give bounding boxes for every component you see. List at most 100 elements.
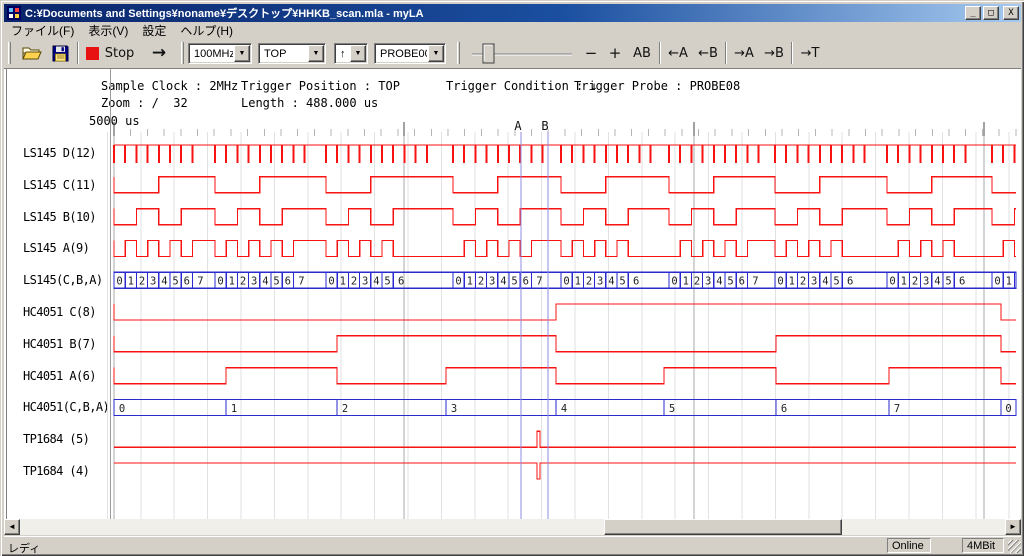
svg-text:5: 5 bbox=[669, 403, 675, 415]
trigger-probe-combo[interactable]: PROBE00 ▼ bbox=[374, 43, 446, 64]
channel-trace bbox=[114, 145, 1016, 163]
menu-help[interactable]: ヘルプ(H) bbox=[173, 21, 240, 40]
svg-text:3: 3 bbox=[362, 276, 368, 288]
stop-button[interactable]: Stop bbox=[84, 41, 136, 65]
svg-text:3: 3 bbox=[251, 276, 257, 288]
slider-thumb[interactable] bbox=[483, 44, 494, 63]
svg-text:2: 2 bbox=[478, 276, 484, 288]
svg-text:1: 1 bbox=[229, 276, 235, 288]
svg-text:0: 0 bbox=[1005, 403, 1011, 415]
status-online-badge: Online bbox=[887, 538, 931, 553]
channel-trace bbox=[114, 336, 1016, 352]
svg-text:4: 4 bbox=[262, 276, 268, 288]
svg-text:3: 3 bbox=[489, 276, 495, 288]
menubar: ファイル(F) 表示(V) 設定 ヘルプ(H) bbox=[4, 22, 1021, 39]
svg-text:2: 2 bbox=[586, 276, 592, 288]
scroll-left-arrow-icon[interactable]: ◄ bbox=[4, 519, 20, 535]
svg-text:6: 6 bbox=[184, 276, 190, 288]
statusbar: レディ Online 4MBit bbox=[4, 536, 1021, 554]
open-folder-icon bbox=[22, 45, 42, 61]
label-wave-divider bbox=[110, 69, 111, 519]
minimize-button[interactable]: _ bbox=[965, 6, 981, 20]
zoom-in-button[interactable]: + bbox=[604, 41, 626, 65]
cursor-a-line[interactable]: A bbox=[514, 119, 522, 519]
zoom-slider[interactable] bbox=[468, 41, 578, 65]
svg-text:5: 5 bbox=[619, 276, 625, 288]
svg-text:5: 5 bbox=[833, 276, 839, 288]
titlebar[interactable]: C:¥Documents and Settings¥noname¥デスクトップ¥… bbox=[4, 4, 1021, 22]
ab-button[interactable]: AB bbox=[628, 41, 656, 65]
svg-text:3: 3 bbox=[150, 276, 156, 288]
svg-text:A: A bbox=[514, 119, 522, 133]
toolbar-gripper[interactable] bbox=[8, 42, 11, 64]
toolbar: Stop → 100MHz ▼ TOP ▼ ↑ ▼ PROBE00 ▼ bbox=[4, 39, 1021, 68]
svg-text:4: 4 bbox=[161, 276, 167, 288]
svg-text:2: 2 bbox=[800, 276, 806, 288]
close-button[interactable]: X bbox=[1003, 6, 1019, 20]
svg-text:1: 1 bbox=[789, 276, 795, 288]
svg-text:0: 0 bbox=[889, 276, 895, 288]
gridlines bbox=[107, 132, 1009, 519]
cursor-b-line[interactable]: B bbox=[541, 119, 548, 519]
svg-text:6: 6 bbox=[739, 276, 745, 288]
svg-text:4: 4 bbox=[934, 276, 940, 288]
stop-label: Stop bbox=[105, 46, 135, 61]
channel-trace bbox=[114, 177, 1016, 193]
svg-text:7: 7 bbox=[298, 276, 304, 288]
open-file-button[interactable] bbox=[18, 41, 46, 65]
stop-icon bbox=[86, 47, 99, 60]
svg-text:4: 4 bbox=[500, 276, 506, 288]
scroll-right-arrow-icon[interactable]: ► bbox=[1005, 519, 1021, 535]
toolbar-separator bbox=[791, 42, 793, 64]
dropdown-arrow-icon[interactable]: ▼ bbox=[350, 45, 366, 62]
horizontal-scrollbar[interactable]: ◄ ► bbox=[4, 519, 1021, 535]
channel-trace bbox=[114, 209, 1016, 225]
svg-text:5: 5 bbox=[384, 276, 390, 288]
svg-text:0: 0 bbox=[563, 276, 569, 288]
status-ready-text: レディ bbox=[8, 540, 40, 556]
svg-text:1: 1 bbox=[231, 403, 237, 415]
save-button[interactable] bbox=[46, 41, 74, 65]
svg-text:0: 0 bbox=[455, 276, 461, 288]
svg-text:0: 0 bbox=[777, 276, 783, 288]
toolbar-gripper[interactable] bbox=[457, 42, 460, 64]
goto-trigger-button[interactable]: →T bbox=[796, 41, 824, 65]
channel-trace bbox=[114, 304, 1016, 320]
dropdown-arrow-icon[interactable]: ▼ bbox=[234, 45, 250, 62]
sample-clock-combo[interactable]: 100MHz ▼ bbox=[188, 43, 252, 64]
run-button[interactable]: → bbox=[142, 41, 176, 65]
dropdown-arrow-icon[interactable]: ▼ bbox=[308, 45, 324, 62]
svg-text:7: 7 bbox=[752, 276, 758, 288]
svg-text:6: 6 bbox=[633, 276, 639, 288]
svg-text:6: 6 bbox=[285, 276, 291, 288]
app-icon bbox=[7, 6, 21, 20]
svg-text:5: 5 bbox=[172, 276, 178, 288]
svg-text:2: 2 bbox=[694, 276, 700, 288]
dropdown-arrow-icon[interactable]: ▼ bbox=[428, 45, 444, 62]
menu-view[interactable]: 表示(V) bbox=[81, 21, 135, 40]
scrollbar-thumb[interactable] bbox=[604, 519, 842, 535]
menu-settings[interactable]: 設定 bbox=[135, 21, 173, 40]
svg-text:5: 5 bbox=[511, 276, 517, 288]
svg-text:4: 4 bbox=[561, 403, 567, 415]
status-memory-badge: 4MBit bbox=[962, 538, 1004, 553]
svg-text:4: 4 bbox=[373, 276, 379, 288]
menu-file[interactable]: ファイル(F) bbox=[4, 21, 81, 40]
svg-text:2: 2 bbox=[351, 276, 357, 288]
resize-grip[interactable] bbox=[1008, 540, 1021, 553]
set-cursor-b-button[interactable]: →B bbox=[760, 41, 788, 65]
trigger-position-combo[interactable]: TOP ▼ bbox=[258, 43, 326, 64]
channel-trace: 012345670 bbox=[114, 399, 1016, 415]
trigger-edge-value: ↑ bbox=[335, 48, 349, 60]
set-cursor-a-button[interactable]: →A bbox=[730, 41, 758, 65]
zoom-out-button[interactable]: − bbox=[580, 41, 602, 65]
toolbar-gripper[interactable] bbox=[181, 42, 184, 64]
goto-cursor-a-button[interactable]: ←A bbox=[664, 41, 692, 65]
toolbar-separator bbox=[659, 42, 661, 64]
svg-text:0: 0 bbox=[994, 276, 1000, 288]
trigger-edge-combo[interactable]: ↑ ▼ bbox=[334, 43, 368, 64]
svg-text:0: 0 bbox=[217, 276, 223, 288]
goto-cursor-b-button[interactable]: ←B bbox=[694, 41, 722, 65]
channel-trace: 0123456701234567012345601234567012345601… bbox=[114, 272, 1016, 288]
maximize-button[interactable]: □ bbox=[983, 6, 999, 20]
